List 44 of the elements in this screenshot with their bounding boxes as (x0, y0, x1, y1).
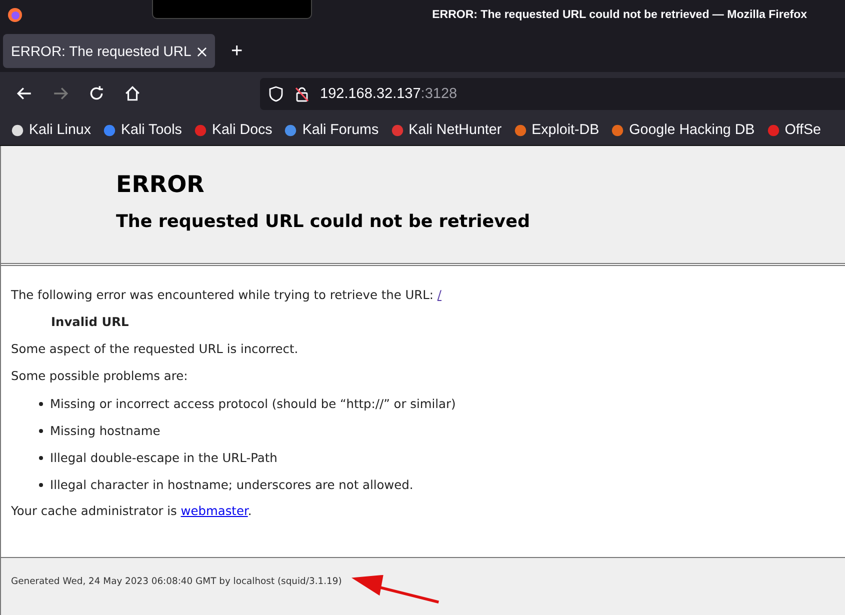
bookmark-icon (192, 122, 208, 138)
reload-icon[interactable] (88, 85, 105, 102)
bookmark-item[interactable]: Kali Docs (192, 122, 272, 138)
error-heading: ERROR (116, 172, 206, 198)
forward-arrow-icon[interactable] (52, 85, 69, 102)
webmaster-link[interactable]: webmaster (180, 504, 248, 518)
bullet-icon (39, 402, 43, 406)
new-tab-button[interactable]: + (225, 40, 249, 62)
bookmark-icon (283, 122, 298, 138)
close-icon[interactable]: × (195, 42, 209, 60)
error-subheading: The requested URL could not be retrieved (116, 212, 531, 232)
problem-item: Missing or incorrect access protocol (should be “http://” or similar) (50, 396, 456, 410)
tab-title: ERROR: The requested URL (11, 43, 192, 59)
problem-item: Missing hostname (50, 424, 160, 438)
insecure-lock-icon[interactable] (294, 86, 310, 102)
bookmark-item[interactable]: Kali NetHunter (390, 122, 502, 138)
bookmark-item[interactable]: Kali Linux (10, 122, 91, 138)
intro-text: The following error was encountered while trying to retrieve the URL: / (11, 288, 443, 303)
shield-icon[interactable] (268, 86, 284, 102)
bullet-icon (39, 428, 43, 432)
address-bar[interactable]: 192.168.32.137:3128 (260, 78, 845, 110)
problems-intro: Some possible problems are: (11, 369, 189, 384)
bookmark-icon (766, 122, 781, 138)
bookmark-item[interactable]: OffSe (766, 122, 821, 138)
bookmark-item[interactable]: Google Hacking DB (610, 122, 755, 138)
problem-item: Illegal double-escape in the URL-Path (50, 450, 278, 464)
footer-text: Generated Wed, 24 May 2023 06:08:40 GMT by localhost (squid/3.1.19) (11, 576, 342, 587)
bookmark-item[interactable]: Kali Tools (102, 122, 182, 138)
bullet-icon (39, 456, 43, 460)
error-name: Invalid URL (51, 315, 130, 330)
bullet-icon (39, 482, 43, 486)
browser-tab[interactable]: ERROR: The requested URL × (3, 34, 215, 68)
bookmark-item[interactable]: Exploit-DB (512, 122, 600, 138)
bookmark-icon (102, 122, 117, 138)
aspect-text: Some aspect of the requested URL is incorrect. (11, 342, 300, 357)
bookmark-icon (390, 122, 405, 138)
admin-text: Your cache administrator is webmaster. (11, 504, 253, 519)
back-arrow-icon[interactable] (16, 85, 33, 102)
url-link[interactable]: / (437, 288, 442, 302)
url-text: 192.168.32.137:3128 (320, 86, 458, 102)
home-icon[interactable] (124, 85, 141, 102)
bookmark-item[interactable]: Kali Forums (283, 122, 379, 138)
problem-item: Illegal character in hostname; underscores are not allowed. (50, 478, 414, 492)
window-title: ERROR: The requested URL could not be retrieved — Mozilla Firefox (432, 9, 807, 21)
